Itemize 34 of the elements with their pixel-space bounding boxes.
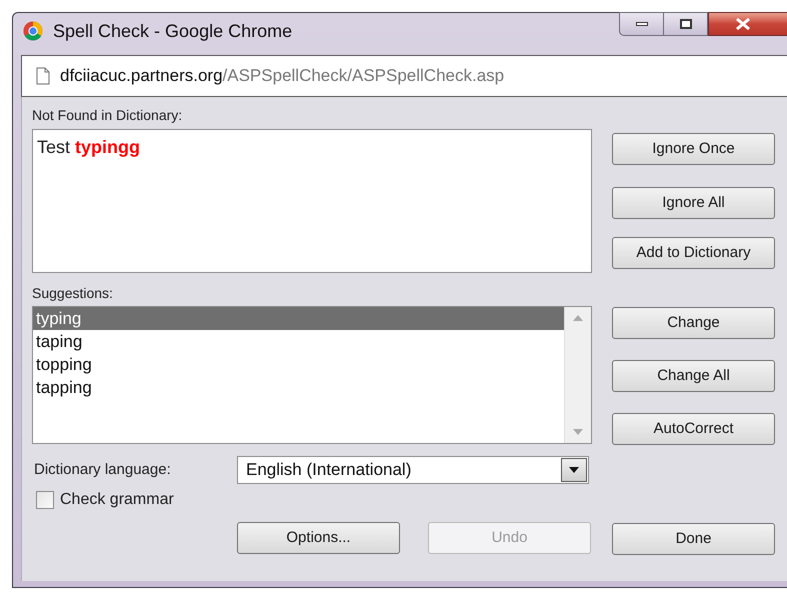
checkbox[interactable] [36, 491, 54, 509]
dialog-button[interactable]: Ignore Once [612, 133, 775, 165]
checkbox-label: Check grammar [60, 490, 174, 510]
dialog-button[interactable]: Change All [612, 360, 775, 392]
not-found-text-box[interactable]: Test typingg [32, 129, 592, 273]
dropdown-arrow-icon [569, 467, 579, 473]
scroll-down-icon[interactable] [573, 429, 583, 435]
browser-logo-icon [23, 21, 43, 41]
scrollbar[interactable] [564, 307, 591, 443]
dialog-button[interactable]: Options... [237, 522, 400, 554]
field-label: Suggestions: [32, 284, 114, 303]
dialog-button[interactable]: AutoCorrect [612, 413, 775, 445]
close-button[interactable] [708, 12, 787, 36]
dialog-button[interactable]: Done [612, 523, 775, 555]
page-icon [36, 67, 50, 85]
address-bar[interactable]: dfciiacuc.partners.org/ASPSpellCheck/ASPSpellCheck.asp [21, 55, 787, 97]
suggestion-item[interactable]: tapping [33, 376, 564, 399]
scroll-up-icon[interactable] [573, 315, 583, 321]
window-title: Spell Check - Google Chrome [53, 20, 292, 43]
suggestion-item[interactable]: taping [33, 330, 564, 353]
suggestion-item[interactable]: topping [33, 353, 564, 376]
suggestions-list[interactable]: typing taping topping tapping [32, 306, 592, 444]
dialog-button[interactable]: Ignore All [612, 187, 775, 219]
field-label: Not Found in Dictionary: [32, 106, 184, 125]
sentence-text: Test typingg [37, 137, 140, 157]
page-url: dfciiacuc.partners.org/ASPSpellCheck/ASPSpellCheck.asp [60, 65, 504, 88]
dialog-button[interactable]: Change [612, 307, 775, 339]
language-dropdown[interactable]: English (International) [237, 456, 589, 484]
maximize-button[interactable] [664, 12, 708, 36]
dialog-button[interactable]: Add to Dictionary [612, 237, 775, 269]
minimize-button[interactable] [619, 12, 664, 36]
suggestion-item[interactable]: typing [33, 307, 564, 330]
field-label: Dictionary language: [33, 460, 172, 480]
close-icon [735, 18, 751, 30]
